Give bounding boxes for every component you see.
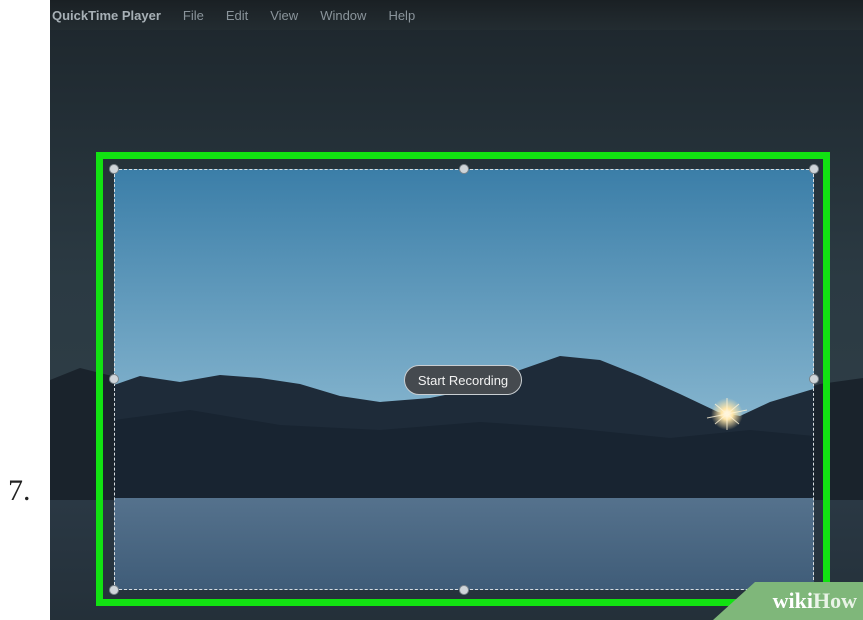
resize-handle-top[interactable] <box>459 164 469 174</box>
menu-help[interactable]: Help <box>388 8 415 23</box>
step-number: 7. <box>8 474 31 507</box>
start-recording-button[interactable]: Start Recording <box>404 365 522 395</box>
resize-handle-top-left[interactable] <box>109 164 119 174</box>
resize-handle-bottom-left[interactable] <box>109 585 119 595</box>
menu-edit[interactable]: Edit <box>226 8 248 23</box>
resize-handle-right[interactable] <box>809 374 819 384</box>
menu-window[interactable]: Window <box>320 8 366 23</box>
screen-capture: QuickTime Player File Edit View Window H… <box>50 0 863 620</box>
menu-app-name[interactable]: QuickTime Player <box>52 8 161 23</box>
menu-view[interactable]: View <box>270 8 298 23</box>
resize-handle-bottom[interactable] <box>459 585 469 595</box>
menu-file[interactable]: File <box>183 8 204 23</box>
menu-bar: QuickTime Player File Edit View Window H… <box>50 0 863 30</box>
resize-handle-left[interactable] <box>109 374 119 384</box>
resize-handle-top-right[interactable] <box>809 164 819 174</box>
